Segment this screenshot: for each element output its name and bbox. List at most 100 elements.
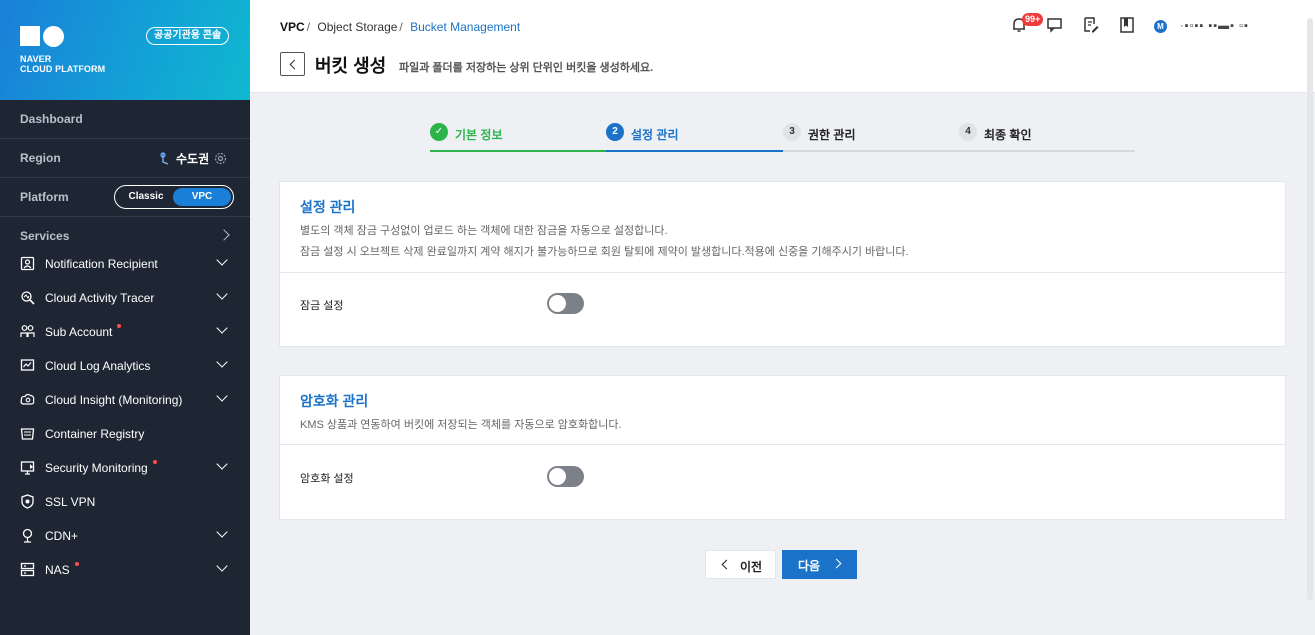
chevron-down-icon[interactable] [216, 560, 228, 572]
security-monitoring-icon [20, 461, 35, 475]
activity-tracer-icon [21, 291, 35, 305]
step-number: 4 [959, 123, 977, 141]
sidebar-item-label: Cloud Activity Tracer [45, 291, 155, 305]
page-description: 파일과 폴더를 저장하는 상위 단위인 버킷을 생성하세요. [399, 62, 654, 74]
edit-document-icon[interactable] [1082, 16, 1100, 34]
breadcrumb: VPC / Object Storage / Bucket Management [280, 20, 520, 34]
step-progress-done [430, 150, 606, 152]
page-title: 버킷 생성 [315, 56, 387, 76]
brand-name: NAVER CLOUD PLATFORM [20, 54, 105, 74]
lock-setting-label: 잠금 설정 [300, 300, 344, 312]
encryption-setting-toggle[interactable] [547, 466, 584, 487]
previous-label: 이전 [740, 560, 763, 574]
panel-warning: 잠금 설정 시 오브젝트 삭제 완료일까지 계약 해지가 불가능하므로 회원 탈… [300, 246, 909, 258]
gov-console-badge[interactable]: 공공기관용 콘솔 [146, 27, 230, 45]
sidebar-item-ssl-vpn[interactable]: SSL VPN [0, 485, 250, 519]
lock-setting-toggle[interactable] [547, 293, 584, 314]
sidebar-item-label: Cloud Insight (Monitoring) [45, 393, 183, 407]
step-label: 설정 관리 [631, 128, 679, 142]
sidebar-item-cdn[interactable]: CDN+ [0, 519, 250, 553]
sidebar-dashboard[interactable]: Dashboard [0, 100, 250, 139]
panel-description: KMS 상품과 연동하여 버킷에 저장되는 객체를 자동으로 암호화합니다. [300, 419, 622, 431]
breadcrumb-vpc[interactable]: VPC [280, 20, 305, 34]
chevron-down-icon[interactable] [216, 526, 228, 538]
sidebar-item-notification-recipient[interactable]: Notification Recipient [0, 247, 250, 281]
sidebar-item-nas[interactable]: NAS [0, 553, 250, 587]
users-icon [20, 325, 35, 337]
ssl-vpn-icon [21, 494, 34, 509]
container-registry-icon [20, 428, 35, 440]
step-progress-current [606, 150, 783, 152]
sidebar-item-container-registry[interactable]: Container Registry [0, 417, 250, 451]
page-header: VPC / Object Storage / Bucket Management 버… [250, 0, 1315, 600]
monitoring-icon [20, 393, 35, 405]
new-dot-icon [117, 324, 122, 328]
sidebar-item-sub-account[interactable]: Sub Account [0, 315, 250, 349]
notification-badge: 99+ [1022, 13, 1044, 26]
log-analytics-icon [20, 359, 35, 371]
contact-card-icon [20, 256, 35, 271]
cdn-icon [22, 528, 33, 543]
breadcrumb-separator: / [399, 20, 403, 34]
next-button[interactable]: 다음 [782, 550, 857, 579]
sidebar-item-label: Security Monitoring [45, 460, 157, 475]
chevron-down-icon[interactable] [216, 390, 228, 402]
platform-classic-option[interactable]: Classic [117, 188, 175, 206]
sidebar-item-label: SSL VPN [45, 495, 96, 509]
step-label: 기본 정보 [455, 128, 503, 142]
panel-description: 별도의 객체 잠금 구성없이 업로드 하는 객체에 대한 잠금을 자동으로 설정… [300, 225, 668, 237]
next-label: 다음 [798, 559, 821, 573]
chevron-down-icon[interactable] [216, 458, 228, 470]
breadcrumb-bucket-management[interactable]: Bucket Management [410, 20, 520, 34]
region-label: Region [20, 151, 61, 165]
back-button[interactable] [280, 52, 305, 76]
sidebar-item-cloud-activity-tracer[interactable]: Cloud Activity Tracer [0, 281, 250, 315]
nas-icon [20, 562, 35, 577]
user-avatar[interactable]: M [1154, 20, 1167, 33]
encryption-panel: 암호화 관리 KMS 상품과 연동하여 버킷에 저장되는 객체를 자동으로 암호… [279, 375, 1286, 520]
step-label: 권한 관리 [808, 128, 856, 142]
scrollbar[interactable] [1307, 18, 1313, 600]
chevron-left-icon [721, 559, 732, 570]
book-icon[interactable] [1118, 16, 1136, 34]
chevron-right-icon [831, 558, 842, 569]
brand-line1: NAVER [20, 54, 52, 64]
sidebar-item-cloud-log-analytics[interactable]: Cloud Log Analytics [0, 349, 250, 383]
platform-toggle[interactable]: Classic VPC [114, 185, 234, 209]
sidebar-item-label: Container Registry [45, 427, 145, 441]
step-number: 3 [783, 123, 801, 141]
lock-settings-panel: 설정 관리 별도의 객체 잠금 구성없이 업로드 하는 객체에 대한 잠금을 자… [279, 181, 1286, 347]
divider [280, 272, 1285, 273]
sidebar-item-label: Cloud Log Analytics [45, 359, 151, 373]
sidebar-item-label: Notification Recipient [45, 257, 158, 271]
sidebar: NAVER CLOUD PLATFORM 공공기관용 콘솔 Dashboard … [0, 0, 250, 635]
gear-icon[interactable] [214, 152, 227, 165]
chevron-down-icon[interactable] [216, 254, 228, 266]
check-icon: ✓ [430, 123, 448, 141]
panel-title: 설정 관리 [300, 199, 356, 215]
previous-button[interactable]: 이전 [705, 550, 776, 579]
panel-title: 암호화 관리 [300, 393, 369, 409]
chevron-down-icon[interactable] [216, 356, 228, 368]
brand-line2: CLOUD PLATFORM [20, 64, 106, 74]
chevron-right-icon [218, 229, 230, 241]
breadcrumb-separator: / [306, 20, 311, 34]
new-dot-icon [74, 562, 79, 566]
chevron-down-icon[interactable] [216, 288, 228, 300]
region-selector[interactable]: 수도권 [160, 150, 227, 167]
step-number: 2 [606, 123, 624, 141]
sidebar-item-cloud-insight[interactable]: Cloud Insight (Monitoring) [0, 383, 250, 417]
sidebar-item-security-monitoring[interactable]: Security Monitoring [0, 451, 250, 485]
divider [280, 444, 1285, 445]
platform-vpc-option[interactable]: VPC [173, 188, 231, 206]
chat-icon[interactable] [1046, 16, 1064, 34]
user-name[interactable]: ·▪▫▪▪ ▪▪▬▪ ▫▪ [1180, 20, 1249, 32]
chevron-down-icon[interactable] [216, 322, 228, 334]
naver-logo-icon[interactable] [20, 26, 65, 48]
new-dot-icon [152, 460, 157, 464]
breadcrumb-object-storage[interactable]: Object Storage [317, 20, 397, 34]
dashboard-label: Dashboard [20, 112, 83, 126]
encryption-setting-label: 암호화 설정 [300, 473, 354, 485]
services-label: Services [20, 229, 70, 243]
sidebar-platform: Platform Classic VPC [0, 178, 250, 217]
